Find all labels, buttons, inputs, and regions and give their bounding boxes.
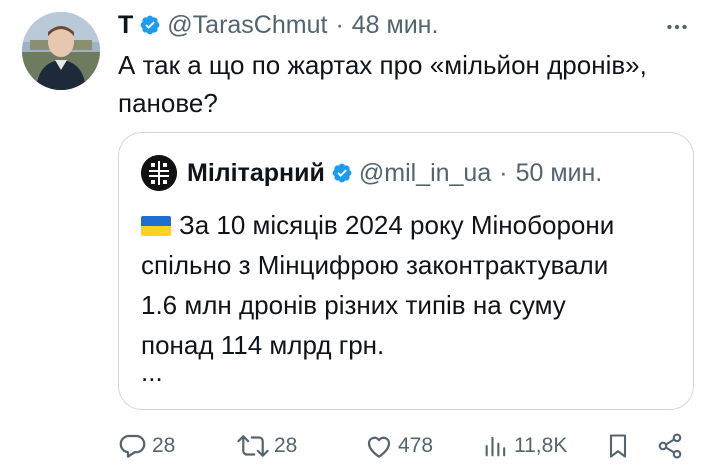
quoted-text-line: спільно з Мінцифрою законтрактували [141, 250, 609, 280]
tweet-header: T @TarasChmut · 48 мин. [118, 8, 438, 42]
views-count: 11,8K [514, 434, 568, 457]
quoted-tweet-header: Мілітарний @mil_in_ua · 50 мин. [141, 153, 602, 193]
truncation-ellipsis: ... [141, 357, 163, 387]
quoted-author-handle[interactable]: @mil_in_ua [359, 159, 491, 188]
more-options-button[interactable] [662, 12, 692, 42]
militarnyi-logo-icon [141, 155, 177, 191]
quoted-text-line: понад 114 млрд грн. [141, 330, 385, 360]
tweet-actions: 28 28 478 11,8K [118, 428, 692, 464]
share-icon [658, 433, 682, 459]
quoted-text-line1: За 10 місяців 2024 року Міноборони [179, 210, 615, 240]
views-button[interactable]: 11,8K [482, 428, 567, 464]
avatar-photo [22, 12, 100, 90]
ukraine-flag-icon [141, 216, 171, 236]
quoted-tweet-text: За 10 місяців 2024 року Міноборони спіль… [141, 205, 681, 365]
reply-button[interactable]: 28 [118, 428, 175, 464]
like-button[interactable]: 478 [364, 428, 433, 464]
retweet-icon [237, 435, 269, 457]
share-button[interactable] [656, 428, 688, 464]
like-count: 478 [398, 434, 434, 457]
tweet-text-line: панове? [118, 88, 218, 118]
tweet: T @TarasChmut · 48 мин. А так а що по жа… [0, 0, 720, 476]
quoted-tweet[interactable]: Мілітарний @mil_in_ua · 50 мин. За 10 мі… [118, 132, 694, 410]
quoted-text-line: За 10 місяців 2024 року Міноборони [141, 205, 681, 245]
quoted-author-name[interactable]: Мілітарний [187, 159, 325, 188]
retweet-count: 28 [274, 434, 298, 457]
author-avatar[interactable] [22, 12, 100, 90]
tweet-text-line: А так а що по жартах про «мільйон дронів… [118, 50, 647, 80]
quoted-text-line: 1.6 млн дронів різних типів на суму [141, 290, 566, 320]
verified-badge-icon [331, 162, 353, 184]
author-name[interactable]: T [118, 11, 133, 40]
bookmark-icon [609, 434, 627, 458]
reply-icon [119, 434, 146, 458]
retweet-button[interactable]: 28 [236, 428, 297, 464]
views-icon [485, 436, 506, 457]
tweet-time[interactable]: 48 мин. [352, 11, 439, 40]
quoted-author-avatar[interactable] [141, 155, 177, 191]
separator-dot: · [499, 158, 508, 187]
more-options-icon [667, 24, 687, 30]
bookmark-button[interactable] [604, 428, 636, 464]
tweet-text: А так а що по жартах про «мільйон дронів… [118, 46, 698, 122]
quoted-tweet-time[interactable]: 50 мин. [516, 159, 603, 188]
separator-dot: · [335, 10, 344, 39]
verified-badge-icon [139, 14, 161, 36]
like-icon [367, 436, 391, 458]
reply-count: 28 [152, 434, 176, 457]
author-handle[interactable]: @TarasChmut [167, 11, 327, 40]
